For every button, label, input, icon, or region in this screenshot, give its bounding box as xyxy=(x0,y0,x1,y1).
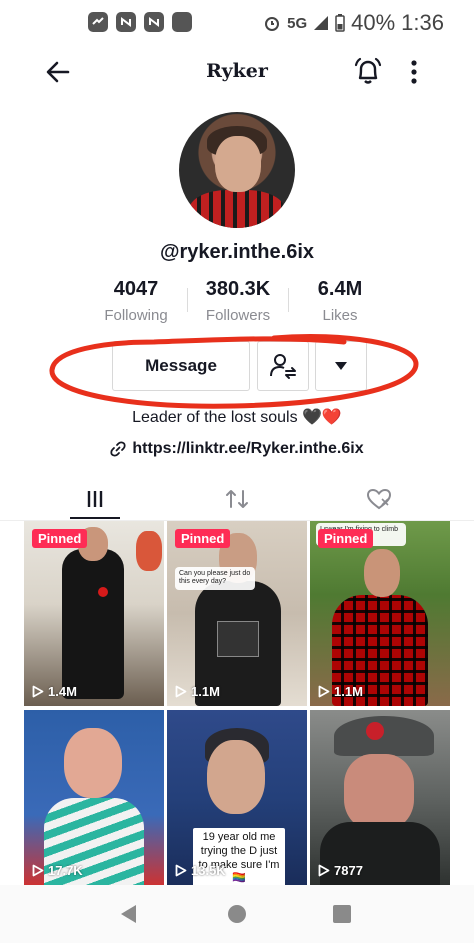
stat-label: Likes xyxy=(322,307,358,324)
pinned-badge: Pinned xyxy=(175,529,231,548)
page-title: Ryker xyxy=(206,60,268,82)
profile-stats: 4047 Following 380.3K Followers 6.4M Lik… xyxy=(0,278,474,328)
alarm-icon xyxy=(265,17,280,31)
thumbnail-face xyxy=(207,740,265,814)
suggested-accounts-button[interactable] xyxy=(315,341,367,391)
video-grid: Pinned 1.4M Can you please just do this … xyxy=(24,521,450,885)
user-swap-icon xyxy=(270,354,296,379)
active-tab-indicator xyxy=(70,517,120,519)
stat-likes[interactable]: 6.4M Likes xyxy=(280,278,400,324)
flowers-image xyxy=(136,531,162,571)
video-thumbnail[interactable]: 17.7K xyxy=(24,710,164,885)
play-icon xyxy=(32,685,44,698)
app-notification-icon xyxy=(116,12,136,32)
view-count: 1.1M xyxy=(318,684,363,699)
rose-image xyxy=(98,587,108,597)
status-bar: 5G 40% 1:36 xyxy=(0,0,474,44)
link-icon xyxy=(110,441,126,457)
network-type: 5G xyxy=(287,14,308,32)
play-icon xyxy=(175,685,187,698)
message-button[interactable]: Message xyxy=(112,341,250,391)
pinned-badge: Pinned xyxy=(32,529,88,548)
grid-icon xyxy=(87,491,103,507)
bell-icon xyxy=(354,57,382,84)
nav-home-icon[interactable] xyxy=(228,905,246,923)
messenger-icon xyxy=(88,12,108,32)
video-thumbnail[interactable]: 19 year old me trying the D just to make… xyxy=(167,710,307,885)
view-count-text: 1.4M xyxy=(48,684,77,699)
username: @ryker.inthe.6ix xyxy=(159,241,315,263)
content-tabs xyxy=(0,478,474,521)
profile-link-text: https://linktr.ee/Ryker.inthe.6ix xyxy=(132,440,364,457)
view-count: 13.5K xyxy=(175,863,226,878)
thumbnail-face xyxy=(344,754,414,830)
nav-recents-icon[interactable] xyxy=(333,905,351,923)
view-count: 7877 xyxy=(318,863,363,878)
play-icon xyxy=(318,864,330,877)
notification-icons xyxy=(88,12,192,32)
bag-image xyxy=(217,621,259,657)
thumbnail-figure xyxy=(62,549,124,699)
unfollow-button[interactable] xyxy=(257,341,309,391)
play-icon xyxy=(32,864,44,877)
cap-logo-image xyxy=(366,722,384,740)
view-count-text: 13.5K xyxy=(191,863,226,878)
more-options-button[interactable] xyxy=(404,56,424,88)
nav-back-icon[interactable] xyxy=(118,903,138,925)
system-nav-bar xyxy=(0,885,474,943)
app-notification-icon xyxy=(144,12,164,32)
video-thumbnail[interactable]: Pinned 1.4M xyxy=(24,521,164,706)
battery-percent: 40% xyxy=(351,10,396,35)
play-icon xyxy=(175,864,187,877)
repost-icon xyxy=(226,490,248,508)
avatar-shirt xyxy=(189,190,285,228)
profile-link[interactable]: https://linktr.ee/Ryker.inthe.6ix xyxy=(0,440,474,458)
signal-icon xyxy=(314,16,329,30)
avatar[interactable] xyxy=(179,112,295,228)
app-notification-icon xyxy=(172,12,192,32)
more-vertical-icon xyxy=(411,60,417,84)
thumbnail-face xyxy=(364,549,400,597)
view-count-text: 17.7K xyxy=(48,863,83,878)
avatar-face xyxy=(215,136,261,192)
play-icon xyxy=(318,685,330,698)
notifications-button[interactable] xyxy=(352,56,384,88)
view-count-text: 1.1M xyxy=(334,684,363,699)
clock: 1:36 xyxy=(401,10,444,35)
stat-value: 6.4M xyxy=(317,278,363,300)
tab-reposts[interactable] xyxy=(207,478,267,520)
caret-down-icon xyxy=(335,362,347,370)
view-count: 1.4M xyxy=(32,684,77,699)
hidden-heart-icon xyxy=(366,488,392,510)
comment-reply-bubble: Can you please just do this every day? xyxy=(175,567,255,590)
view-count-text: 1.1M xyxy=(191,684,220,699)
tab-liked[interactable] xyxy=(349,478,409,520)
system-status: 5G 40% 1:36 xyxy=(263,10,444,36)
tab-videos[interactable] xyxy=(65,478,125,520)
video-thumbnail[interactable]: 7877 xyxy=(310,710,450,885)
profile-header: Ryker xyxy=(0,50,474,96)
video-thumbnail[interactable]: Can you please just do this every day? P… xyxy=(167,521,307,706)
view-count: 1.1M xyxy=(175,684,220,699)
battery-icon xyxy=(335,14,345,32)
cap-image xyxy=(334,716,434,756)
pinned-badge: Pinned xyxy=(318,529,374,548)
video-thumbnail[interactable]: I swear I'm fixing to climb ... change P… xyxy=(310,521,450,706)
bio-text: Leader of the lost souls 🖤❤️ xyxy=(132,409,342,426)
view-count: 17.7K xyxy=(32,863,83,878)
thumbnail-face xyxy=(64,728,122,798)
view-count-text: 7877 xyxy=(334,863,363,878)
